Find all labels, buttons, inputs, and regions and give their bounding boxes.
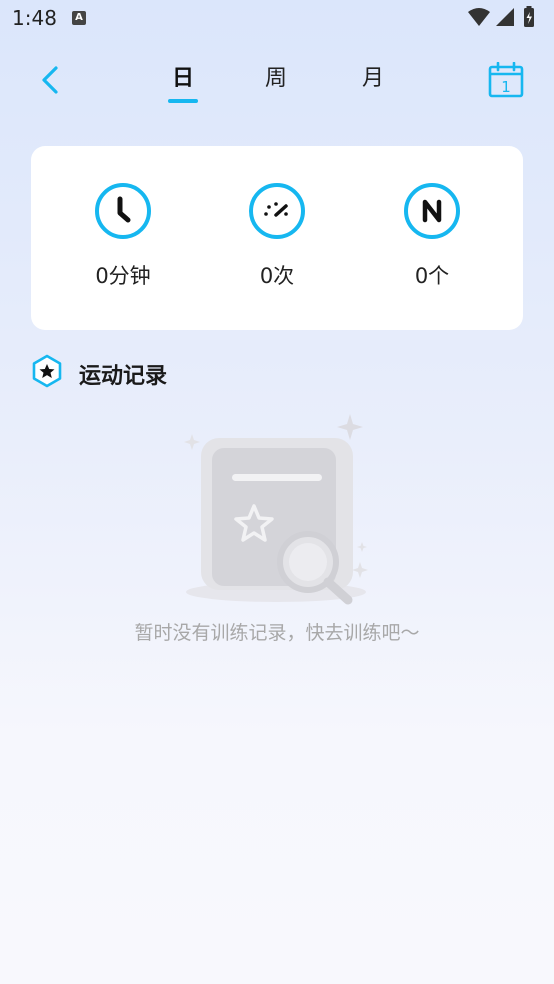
stats-card: 0分钟 0次 0个: [31, 146, 523, 330]
clock-icon: [95, 183, 151, 239]
status-time: 1:48: [12, 6, 57, 30]
calendar-day-number: 1: [501, 78, 511, 96]
tab-day[interactable]: 日: [163, 60, 203, 92]
stat-items: 0个: [372, 182, 492, 290]
n-letter-icon: [404, 183, 460, 239]
tab-week[interactable]: 周: [256, 60, 296, 92]
status-bar: 1:48 A: [0, 0, 554, 38]
empty-state-message: 暂时没有训练记录，快去训练吧～: [134, 622, 420, 644]
star-hexagon-icon: [32, 354, 62, 388]
notification-icon: A: [72, 11, 86, 25]
empty-records-illustration: [184, 414, 368, 605]
speedometer-icon: [249, 183, 305, 239]
signal-icon: [496, 8, 514, 26]
tab-month[interactable]: 月: [353, 60, 393, 92]
records-section-header: 运动记录: [31, 354, 331, 390]
stat-count-value: 0次: [259, 264, 295, 288]
stat-duration-value: 0分钟: [95, 264, 151, 288]
calendar-button[interactable]: 1: [488, 61, 524, 98]
battery-icon: [524, 6, 534, 27]
status-icons: [468, 6, 534, 27]
top-navigation: 日 周 月 1: [0, 52, 554, 108]
wifi-icon: [468, 8, 490, 26]
calendar-icon: 1: [488, 61, 524, 98]
stat-count: 0次: [217, 182, 337, 290]
active-tab-indicator: [168, 99, 198, 103]
stat-items-value: 0个: [414, 264, 450, 288]
chevron-left-icon: [42, 66, 58, 94]
records-title: 运动记录: [79, 364, 168, 389]
back-button[interactable]: [36, 62, 66, 98]
stat-duration: 0分钟: [63, 182, 183, 290]
